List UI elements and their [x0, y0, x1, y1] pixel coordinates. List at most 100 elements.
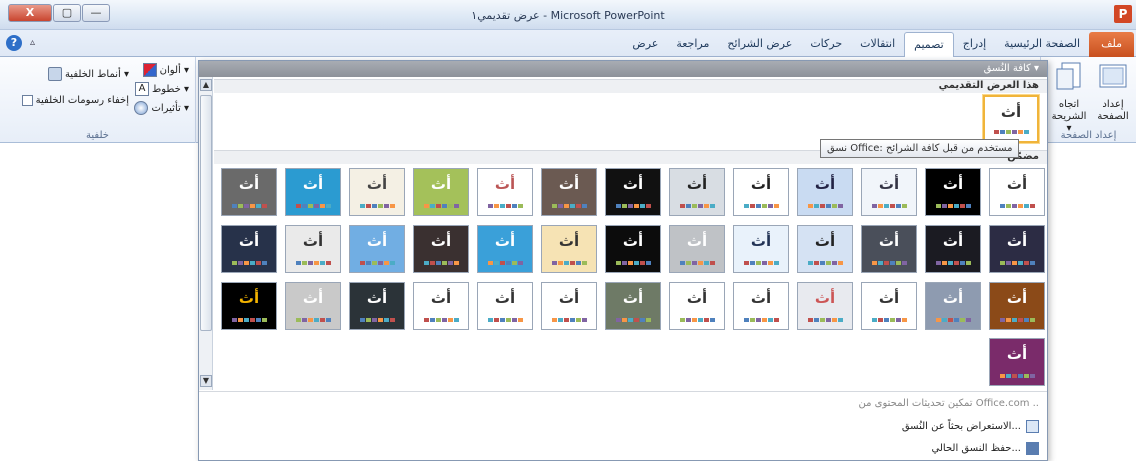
scroll-thumb[interactable] [200, 95, 212, 331]
theme-thumbnail[interactable]: أث [989, 225, 1045, 273]
theme-glyph: أث [1006, 232, 1028, 250]
theme-thumbnail[interactable]: أث [989, 338, 1045, 386]
theme-color-bars [670, 318, 724, 322]
theme-thumbnail[interactable]: أث [733, 225, 789, 273]
powerpoint-app-icon[interactable]: P [1114, 5, 1132, 23]
theme-thumbnail[interactable]: أث [541, 282, 597, 330]
theme-glyph: أث [238, 175, 260, 193]
page-setup-icon [1099, 64, 1127, 88]
theme-thumbnail[interactable]: أث [541, 225, 597, 273]
theme-thumbnail[interactable]: أث [221, 168, 277, 216]
theme-glyph: أث [750, 232, 772, 250]
theme-thumbnail[interactable]: أث [797, 282, 853, 330]
theme-glyph: أث [814, 175, 836, 193]
theme-thumbnail[interactable]: أث [541, 168, 597, 216]
background-styles-button[interactable]: أنماط الخلفية ▾ [47, 67, 129, 81]
theme-thumbnail[interactable]: أث [605, 225, 661, 273]
theme-thumbnail[interactable]: أث [285, 168, 341, 216]
hide-background-graphics-checkbox[interactable]: إخفاء رسومات الخلفية [21, 95, 129, 106]
tab-review[interactable]: مراجعة [667, 32, 718, 57]
theme-thumbnail[interactable]: أث [221, 225, 277, 273]
theme-thumbnail[interactable]: أث [669, 225, 725, 273]
checkbox-icon [21, 95, 33, 106]
theme-color-bars [670, 204, 724, 208]
theme-thumbnail[interactable]: أث [285, 282, 341, 330]
theme-thumbnail[interactable]: أث [925, 168, 981, 216]
theme-color-bars [414, 204, 468, 208]
theme-thumbnail[interactable]: أث [925, 225, 981, 273]
theme-thumbnail[interactable]: أث [861, 168, 917, 216]
tab-animations[interactable]: حركات [801, 32, 851, 57]
theme-thumbnail[interactable]: أث [413, 282, 469, 330]
theme-thumbnail[interactable]: أث [221, 282, 277, 330]
theme-thumbnail[interactable]: أث [605, 168, 661, 216]
theme-thumbnail[interactable]: أث [733, 282, 789, 330]
tab-design[interactable]: تصميم [904, 32, 954, 57]
theme-color-bars [350, 261, 404, 265]
theme-glyph: أث [494, 289, 516, 307]
gallery-scrollbar[interactable]: ▲ ▼ [199, 77, 213, 390]
scroll-up-icon[interactable]: ▲ [200, 79, 212, 91]
theme-thumbnail[interactable]: أث [349, 168, 405, 216]
theme-glyph: أث [750, 175, 772, 193]
theme-thumbnail[interactable]: أث [477, 168, 533, 216]
theme-color-bars [670, 261, 724, 265]
theme-thumbnail[interactable]: أث [925, 282, 981, 330]
minimize-ribbon-icon[interactable]: ▵ [30, 35, 35, 51]
theme-glyph: أث [686, 289, 708, 307]
theme-current-office[interactable]: أث [983, 95, 1039, 143]
page-setup-button[interactable]: إعداد الصفحة [1092, 61, 1134, 123]
theme-thumbnail[interactable]: أث [797, 168, 853, 216]
colors-button[interactable]: ألوان ▾ [142, 63, 189, 77]
theme-color-bars [798, 261, 852, 265]
gallery-header[interactable]: كافة النُسق ▾ [199, 61, 1047, 77]
theme-thumbnail[interactable]: أث [477, 225, 533, 273]
browse-themes-item[interactable]: الاستعراض بحثاً عن النُسق... [902, 420, 1039, 433]
theme-thumbnail[interactable]: أث [285, 225, 341, 273]
theme-color-bars [478, 318, 532, 322]
theme-glyph: أث [686, 175, 708, 193]
theme-thumbnail[interactable]: أث [669, 282, 725, 330]
scroll-down-icon[interactable]: ▼ [200, 375, 212, 387]
theme-thumbnail[interactable]: أث [413, 168, 469, 216]
tab-home[interactable]: الصفحة الرئيسية [995, 32, 1089, 57]
theme-thumbnail[interactable]: أث [605, 282, 661, 330]
theme-color-bars [734, 204, 788, 208]
title-bar: X ▢ — عرض تقديمي١ - Microsoft PowerPoint… [0, 0, 1136, 30]
tab-slideshow[interactable]: عرض الشرائح [718, 32, 801, 57]
theme-thumbnail[interactable]: أث [861, 282, 917, 330]
theme-thumbnail[interactable]: أث [669, 168, 725, 216]
tab-insert[interactable]: إدراج [954, 32, 995, 57]
theme-color-bars [286, 261, 340, 265]
theme-glyph: أث [558, 289, 580, 307]
theme-glyph: أث [622, 232, 644, 250]
section-current-title: هذا العرض التقديمي [938, 80, 1039, 91]
theme-thumbnail[interactable]: أث [733, 168, 789, 216]
theme-thumbnail[interactable]: أث [349, 282, 405, 330]
theme-glyph: أث [942, 289, 964, 307]
page-setup-label: إعداد الصفحة [1097, 99, 1129, 122]
theme-thumbnail[interactable]: أث [413, 225, 469, 273]
paint-bucket-icon [47, 67, 62, 81]
theme-thumbnail[interactable]: أث [861, 225, 917, 273]
tab-transitions[interactable]: انتقالات [851, 32, 904, 57]
save-theme-item[interactable]: حفظ النسق الحالي... [932, 442, 1039, 455]
tab-view[interactable]: عرض [623, 32, 667, 57]
theme-thumbnail[interactable]: أث [797, 225, 853, 273]
theme-thumbnail[interactable]: أث [989, 168, 1045, 216]
theme-glyph: أث [558, 232, 580, 250]
help-icon[interactable]: ? [6, 35, 22, 51]
theme-thumbnail[interactable]: أث [349, 225, 405, 273]
theme-color-bars [414, 261, 468, 265]
effects-button[interactable]: تأثيرات ▾ [134, 101, 189, 115]
theme-glyph: أث [942, 232, 964, 250]
slide-orientation-button[interactable]: اتجاه الشريحة ▾ [1048, 61, 1090, 135]
enable-updates-item[interactable]: تمكين تحديثات المحتوى من Office.com .. [859, 398, 1040, 409]
theme-glyph: أث [942, 175, 964, 193]
fonts-button[interactable]: A خطوط ▾ [134, 82, 189, 96]
theme-glyph: أث [1000, 103, 1022, 121]
theme-thumbnail[interactable]: أث [477, 282, 533, 330]
theme-glyph: أث [366, 232, 388, 250]
theme-thumbnail[interactable]: أث [989, 282, 1045, 330]
tab-file[interactable]: ملف [1089, 32, 1134, 57]
